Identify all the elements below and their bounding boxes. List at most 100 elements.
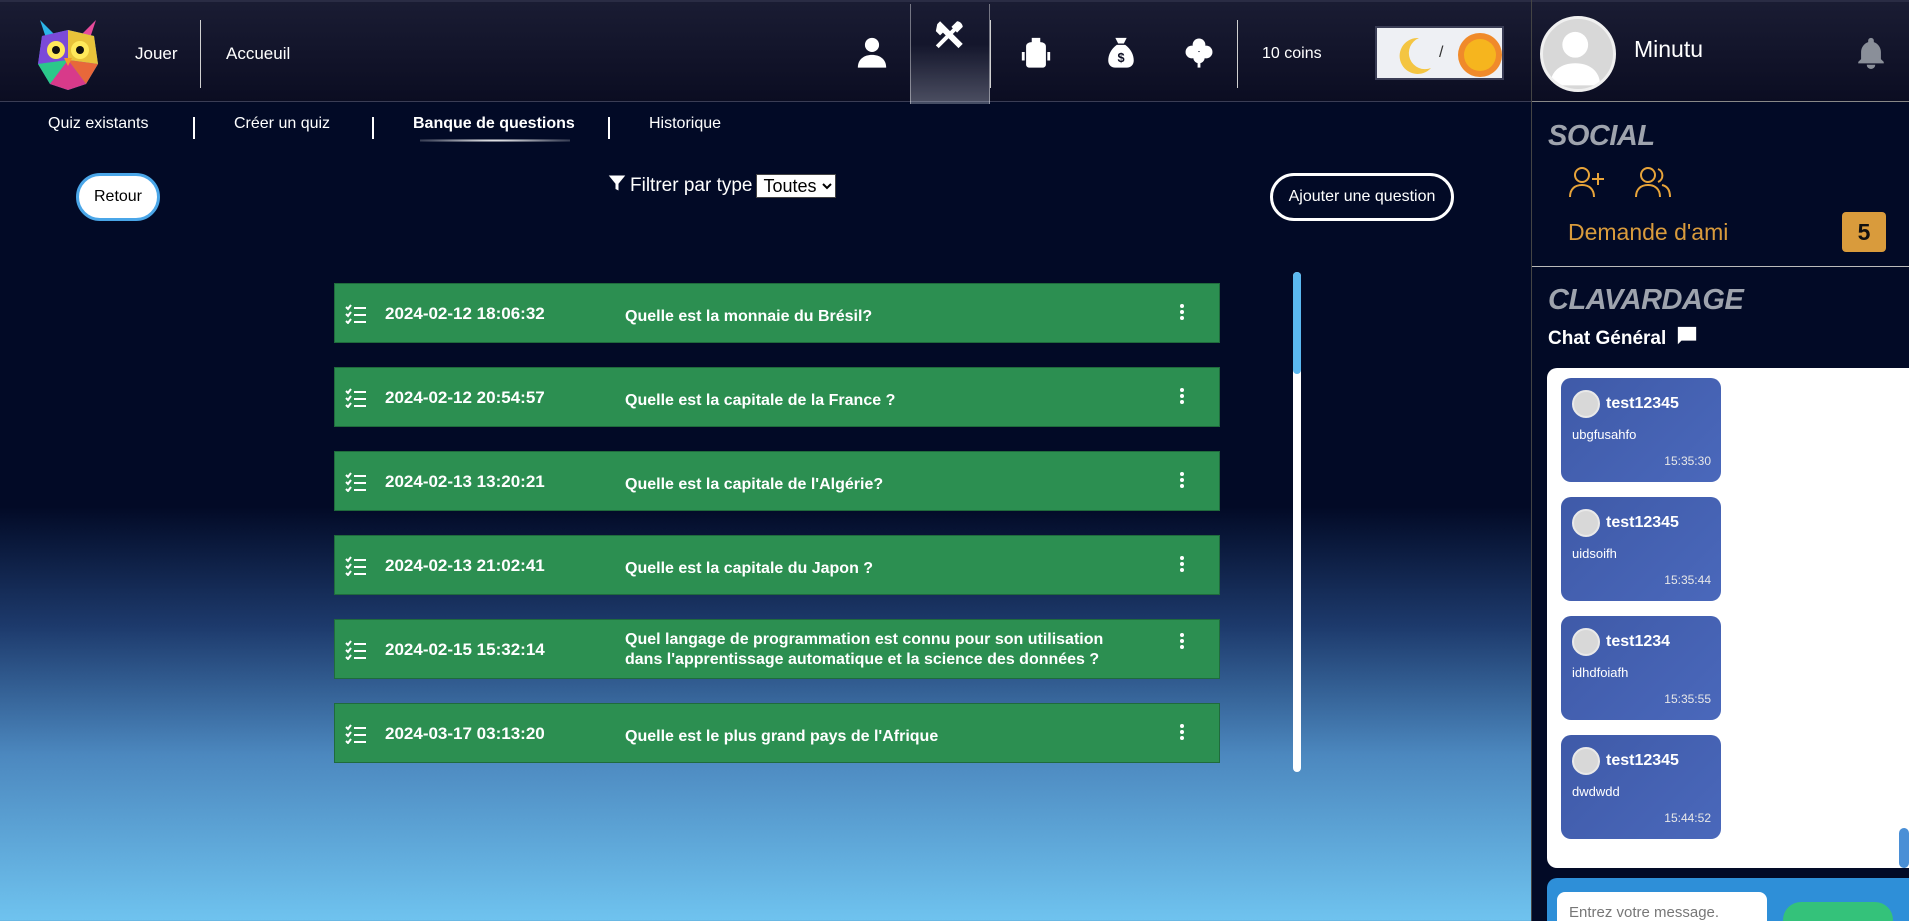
chat-message: test12345 uidsoifh 15:35:44 <box>1561 497 1721 601</box>
subnav-divider <box>372 117 374 139</box>
question-date: 2024-02-12 18:06:32 <box>385 304 545 323</box>
filter-icon <box>608 174 626 198</box>
nav-divider <box>200 20 201 88</box>
sun-icon <box>1457 32 1503 83</box>
moon-icon <box>1391 34 1435 83</box>
checklist-icon <box>345 388 367 409</box>
coins-divider <box>1237 20 1238 88</box>
question-row[interactable]: 2024-03-17 03:13:20 Quelle est le plus g… <box>334 703 1220 763</box>
message-text: idhdfoiafh <box>1572 665 1629 680</box>
question-row[interactable]: 2024-02-13 21:02:41 Quelle est la capita… <box>334 535 1220 595</box>
question-text: Quelle est la monnaie du Brésil? <box>625 308 873 325</box>
question-date: 2024-02-15 15:32:14 <box>385 640 545 659</box>
subnav-existing-quizzes[interactable]: Quiz existants <box>48 115 148 133</box>
more-options-icon[interactable] <box>1175 302 1189 324</box>
add-question-button[interactable]: Ajouter une question <box>1270 173 1454 221</box>
message-avatar <box>1572 390 1600 418</box>
chat-message: test12345 ubgfusahfo 15:35:30 <box>1561 378 1721 482</box>
svg-text:$: $ <box>1117 50 1124 65</box>
profile-icon[interactable] <box>852 32 892 72</box>
message-text: ubgfusahfo <box>1572 427 1637 442</box>
message-username: test12345 <box>1606 752 1679 769</box>
subnav-divider <box>608 117 610 139</box>
message-time: 15:35:44 <box>1664 573 1711 587</box>
message-text: uidsoifh <box>1572 546 1617 561</box>
checklist-icon <box>345 472 367 493</box>
back-button[interactable]: Retour <box>76 173 160 221</box>
nav-play-link[interactable]: Jouer <box>135 44 178 64</box>
backpack-icon[interactable] <box>1016 32 1056 72</box>
chat-message-input[interactable] <box>1557 892 1767 921</box>
nav-home-link[interactable]: Accueuil <box>226 44 290 64</box>
subnav-question-bank[interactable]: Banque de questions <box>413 115 575 133</box>
active-tab-underline <box>420 139 570 142</box>
friends-list-icon[interactable] <box>1634 165 1672 199</box>
bell-icon[interactable] <box>1854 34 1888 70</box>
question-date: 2024-02-12 20:54:57 <box>385 388 545 407</box>
theme-separator: / <box>1439 44 1444 61</box>
chat-bubble-icon <box>1676 325 1698 353</box>
filter-label: Filtrer par type <box>630 175 753 196</box>
question-date: 2024-03-17 03:13:20 <box>385 724 545 743</box>
question-list-scroll-thumb[interactable] <box>1293 272 1301 374</box>
chat-message: test1234 idhdfoiafh 15:35:55 <box>1561 616 1721 720</box>
message-text: dwdwdd <box>1572 784 1620 799</box>
avatar[interactable] <box>1540 16 1616 92</box>
chat-title: CLAVARDAGE <box>1548 284 1744 316</box>
subnav-divider <box>193 117 195 139</box>
more-options-icon[interactable] <box>1175 631 1189 653</box>
filter-type-select[interactable]: Toutes <box>756 174 837 198</box>
more-options-icon[interactable] <box>1175 470 1189 492</box>
question-date: 2024-02-13 21:02:41 <box>385 556 545 575</box>
checklist-icon <box>345 640 367 661</box>
chat-compose-area <box>1547 878 1909 921</box>
chat-message: test12345 dwdwdd 15:44:52 <box>1561 735 1721 839</box>
tools-icon[interactable] <box>910 4 990 104</box>
add-friend-icon[interactable] <box>1568 165 1606 199</box>
question-text: Quelle est la capitale du Japon ? <box>625 560 874 577</box>
panel-divider <box>1532 266 1909 267</box>
more-options-icon[interactable] <box>1175 722 1189 744</box>
message-username: test12345 <box>1606 395 1679 412</box>
subnav-history[interactable]: Historique <box>649 115 721 133</box>
message-username: test1234 <box>1606 633 1671 650</box>
question-row[interactable]: 2024-02-12 18:06:32 Quelle est la monnai… <box>334 283 1220 343</box>
clover-icon[interactable] <box>1179 32 1219 72</box>
social-title: SOCIAL <box>1548 120 1655 152</box>
question-text: Quel langage de programmation est connu … <box>625 631 1104 668</box>
send-message-button[interactable] <box>1783 902 1893 921</box>
chat-channel-label: Chat Général <box>1548 328 1667 349</box>
message-avatar <box>1572 628 1600 656</box>
question-list: 2024-02-12 18:06:32 Quelle est la monnai… <box>334 283 1220 773</box>
subnav-create-quiz[interactable]: Créer un quiz <box>234 115 330 133</box>
question-text: Quelle est le plus grand pays de l'Afriq… <box>625 728 939 745</box>
message-time: 15:35:30 <box>1664 454 1711 468</box>
user-header: Minutu <box>1532 0 1909 102</box>
top-bar: Jouer Accueuil $ 10 coins / <box>0 0 1531 104</box>
general-chat-tab[interactable]: Chat Général <box>1548 325 1698 353</box>
owl-logo[interactable] <box>28 12 108 92</box>
more-options-icon[interactable] <box>1175 554 1189 576</box>
money-bag-icon[interactable]: $ <box>1101 32 1141 72</box>
message-username: test12345 <box>1606 514 1679 531</box>
checklist-icon <box>345 724 367 745</box>
question-row[interactable]: 2024-02-13 13:20:21 Quelle est la capita… <box>334 451 1220 511</box>
question-text: Quelle est la capitale de l'Algérie? <box>625 476 884 493</box>
theme-toggle[interactable]: / <box>1375 26 1504 80</box>
question-date: 2024-02-13 13:20:21 <box>385 472 545 491</box>
question-row[interactable]: 2024-02-15 15:32:14 Quel langage de prog… <box>334 619 1220 679</box>
more-options-icon[interactable] <box>1175 386 1189 408</box>
chat-messages[interactable]: test12345 ubgfusahfo 15:35:30 test12345 … <box>1547 368 1909 868</box>
username: Minutu <box>1634 36 1704 62</box>
type-filter: Filtrer par type Toutes <box>608 174 837 198</box>
checklist-icon <box>345 304 367 325</box>
message-time: 15:35:55 <box>1664 692 1711 706</box>
message-avatar <box>1572 747 1600 775</box>
right-panel: Minutu SOCIAL Demande d'ami 5 CLAVARDAGE… <box>1531 0 1909 921</box>
coins-balance: 10 coins <box>1262 45 1322 62</box>
friend-request-link[interactable]: Demande d'ami <box>1568 219 1728 246</box>
friend-request-count-badge: 5 <box>1842 212 1886 252</box>
question-row[interactable]: 2024-02-12 20:54:57 Quelle est la capita… <box>334 367 1220 427</box>
question-text: Quelle est la capitale de la France ? <box>625 392 896 409</box>
chat-scrollbar-thumb[interactable] <box>1899 828 1909 868</box>
